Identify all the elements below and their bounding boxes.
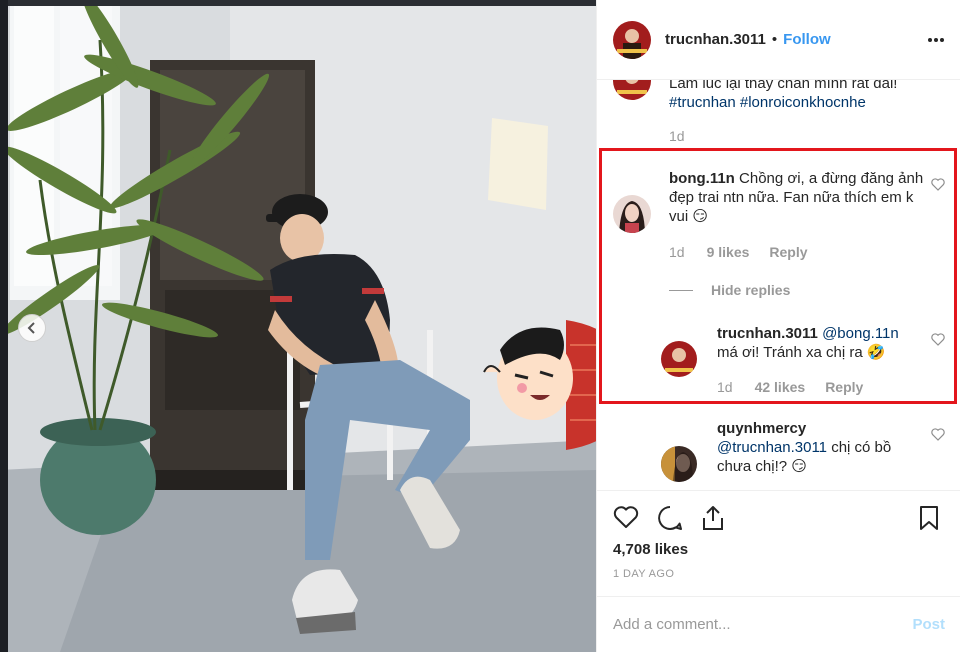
reply-text: má ơi! Tránh xa chị ra 🤣 xyxy=(717,344,886,361)
likes-count[interactable]: 4,708 likes xyxy=(613,541,688,558)
comment-meta: 1d 9 likes Reply xyxy=(669,244,828,260)
reply-body: trucnhan.3011 @bong.11n má ơi! Tránh xa … xyxy=(717,324,937,362)
caption-hashtags[interactable]: #trucnhan #lonroiconkhocnhe xyxy=(669,93,939,112)
reply-likes[interactable]: 42 likes xyxy=(755,379,806,395)
comment-input[interactable] xyxy=(613,616,913,633)
reply-meta: 1d 42 likes Reply xyxy=(717,379,883,395)
heart-icon[interactable] xyxy=(931,333,945,346)
reply-avatar[interactable] xyxy=(661,341,697,377)
comment-body: quynhmercy @trucnhan.3011 chị có bồ chưa… xyxy=(717,419,927,476)
caption-text: Lâm lúc lại thấy chân mình rất dài! xyxy=(669,80,898,92)
post-image xyxy=(0,0,596,652)
comment-avatar[interactable] xyxy=(661,446,697,482)
reply-reply-button[interactable]: Reply xyxy=(825,379,863,395)
bookmark-icon[interactable] xyxy=(919,505,939,531)
comments-list[interactable]: Lâm lúc lại thấy chân mình rất dài! #tru… xyxy=(597,80,960,490)
reply-time: 1d xyxy=(717,379,733,395)
reply-username[interactable]: trucnhan.3011 xyxy=(717,325,818,342)
more-icon xyxy=(928,37,944,42)
previous-photo-button[interactable] xyxy=(18,314,46,342)
comment-time: 1d xyxy=(669,244,685,260)
comment-avatar[interactable] xyxy=(613,195,651,233)
hide-replies-label: Hide replies xyxy=(711,282,791,298)
author-avatar[interactable] xyxy=(613,20,651,59)
author-username[interactable]: trucnhan.3011 xyxy=(665,31,766,48)
share-icon[interactable] xyxy=(701,505,725,531)
chevron-left-icon xyxy=(27,322,35,334)
comment-mention[interactable]: @trucnhan.3011 xyxy=(717,439,827,456)
comment-body: bong.11n Chồng ơi, a đừng đăng ảnh đẹp t… xyxy=(669,169,931,226)
comment-username[interactable]: bong.11n xyxy=(669,170,735,187)
post-button[interactable]: Post xyxy=(912,616,945,633)
more-options-button[interactable] xyxy=(927,37,945,43)
post-sidebar: trucnhan.3011 • Follow Lâm lúc lại thấy … xyxy=(596,0,960,652)
separator-dot: • xyxy=(771,31,778,48)
post-date: 1 DAY AGO xyxy=(613,568,675,580)
action-bar: 4,708 likes 1 DAY AGO xyxy=(597,490,960,600)
comment-icon[interactable] xyxy=(657,505,683,531)
heart-icon[interactable] xyxy=(931,178,945,191)
post-photo xyxy=(0,0,596,652)
post-header: trucnhan.3011 • Follow xyxy=(597,0,960,80)
comment-reply-button[interactable]: Reply xyxy=(769,244,807,260)
comment-likes[interactable]: 9 likes xyxy=(707,244,750,260)
photo-left-edge xyxy=(0,0,8,652)
add-comment-bar: Post xyxy=(597,596,960,652)
heart-icon[interactable] xyxy=(931,428,945,441)
follow-button[interactable]: Follow xyxy=(783,31,831,48)
heart-icon[interactable] xyxy=(613,505,639,529)
caption-avatar[interactable] xyxy=(613,80,651,100)
reply-mention[interactable]: @bong.11n xyxy=(822,325,899,342)
hide-replies-line xyxy=(669,289,693,291)
photo-top-strip xyxy=(0,0,596,6)
caption-time: 1d xyxy=(669,128,685,144)
comment-username[interactable]: quynhmercy xyxy=(717,420,806,437)
hide-replies-button[interactable]: Hide replies xyxy=(669,282,790,298)
